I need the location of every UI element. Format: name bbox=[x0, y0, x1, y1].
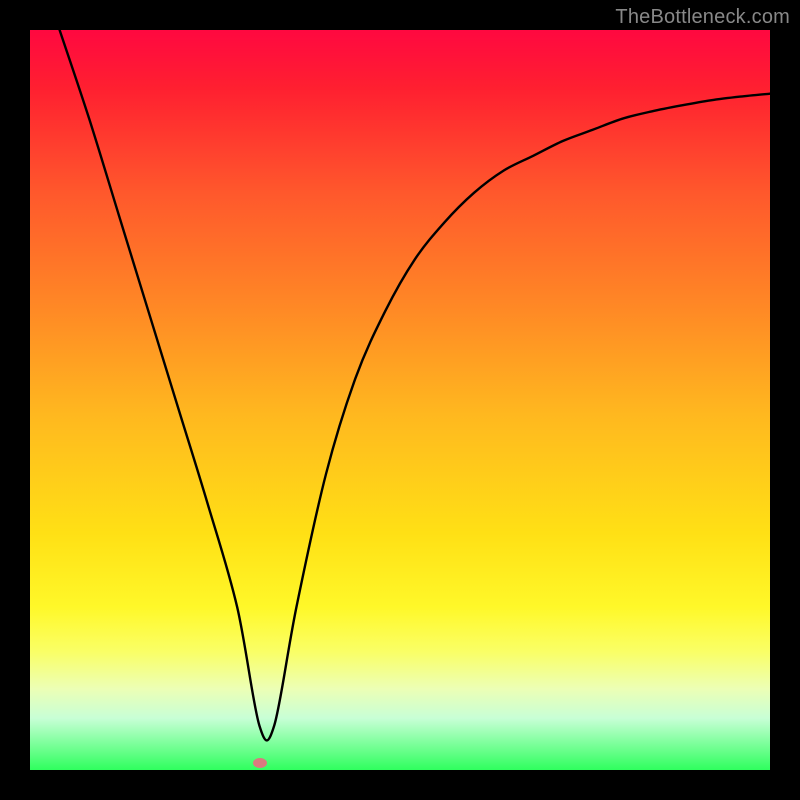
optimal-point-marker bbox=[253, 758, 267, 768]
bottleneck-curve bbox=[30, 30, 770, 770]
plot-area bbox=[30, 30, 770, 770]
watermark-text: TheBottleneck.com bbox=[615, 6, 790, 29]
chart-frame: TheBottleneck.com bbox=[0, 0, 800, 800]
